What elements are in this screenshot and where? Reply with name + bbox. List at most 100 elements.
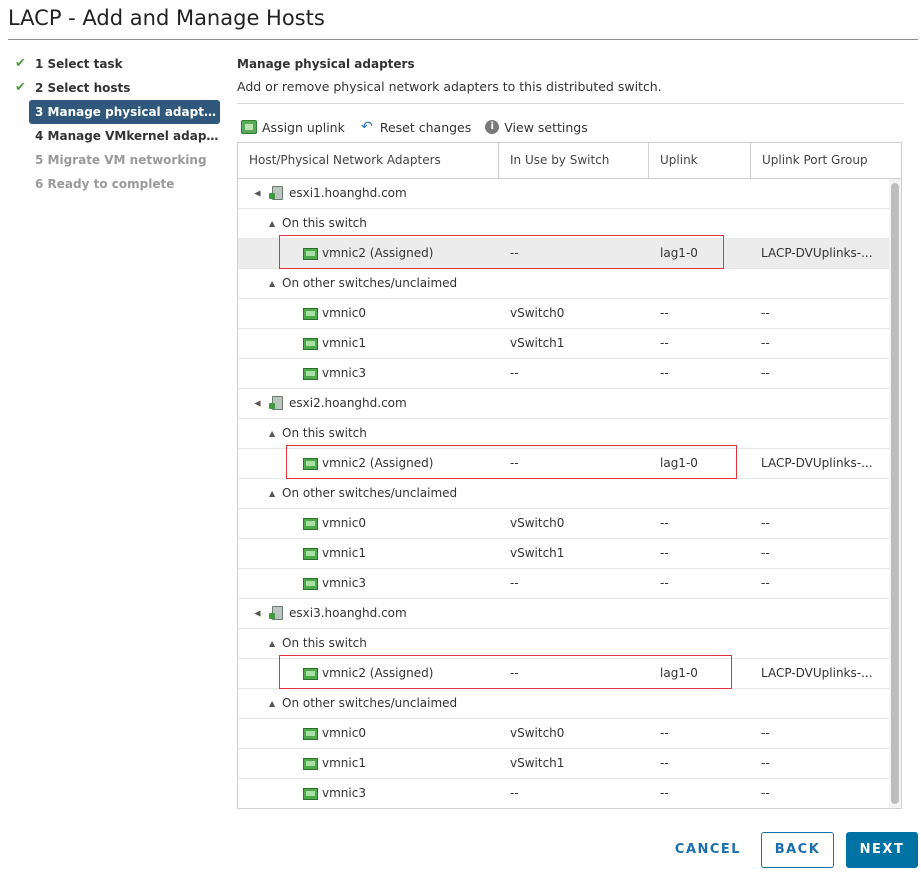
port-group-cell: -- — [761, 306, 770, 320]
adapter-row[interactable]: vmnic1 vSwitch1 -- -- — [238, 539, 889, 569]
network-adapter-icon — [303, 518, 318, 530]
collapse-caret-icon[interactable]: ▲ — [243, 190, 272, 196]
uplink-cell: -- — [660, 306, 669, 320]
column-header-in-use[interactable]: In Use by Switch — [499, 143, 649, 178]
adapter-row[interactable]: vmnic0 vSwitch0 -- -- — [238, 299, 889, 329]
check-icon: ✔ — [15, 56, 26, 71]
network-adapter-icon — [303, 578, 318, 590]
back-button[interactable]: BACK — [761, 832, 834, 868]
expand-caret-icon[interactable]: ▲ — [269, 269, 275, 298]
expand-caret-icon[interactable]: ▲ — [269, 479, 275, 508]
reset-changes-button[interactable]: ↶ Reset changes — [359, 120, 471, 135]
check-icon: ✔ — [15, 80, 26, 95]
uplink-cell: -- — [660, 756, 669, 770]
in-use-cell: vSwitch1 — [510, 756, 565, 770]
in-use-cell: vSwitch1 — [510, 546, 565, 560]
adapter-row[interactable]: vmnic3 -- -- -- — [238, 779, 889, 808]
host-row[interactable]: ▲ esxi1.hoanghd.com — [238, 179, 889, 209]
host-name: esxi2.hoanghd.com — [289, 396, 407, 410]
column-header-port-group[interactable]: Uplink Port Group — [751, 143, 901, 178]
step-manage-physical-adapters[interactable]: 3 Manage physical adapters — [29, 100, 220, 124]
host-row[interactable]: ▲ esxi3.hoanghd.com — [238, 599, 889, 629]
step-ready-to-complete: 6 Ready to complete — [12, 172, 220, 196]
group-row[interactable]: ▲ On other switches/unclaimed — [238, 269, 889, 299]
port-group-cell: -- — [761, 786, 770, 800]
expand-caret-icon[interactable]: ▲ — [269, 419, 275, 448]
adapter-cell: ▲ On this switch — [238, 419, 499, 448]
uplink-cell: -- — [660, 786, 669, 800]
in-use-cell: vSwitch1 — [510, 336, 565, 350]
adapter-cell: ▲ On other switches/unclaimed — [238, 269, 499, 298]
in-use-cell: -- — [510, 576, 519, 590]
toolbar: Assign uplink ↶ Reset changes i View set… — [241, 118, 602, 136]
column-header-adapters[interactable]: Host/Physical Network Adapters — [238, 143, 499, 178]
adapter-cell: vmnic3 — [238, 569, 499, 598]
host-row[interactable]: ▲ esxi2.hoanghd.com — [238, 389, 889, 419]
grid-body: ▲ esxi1.hoanghd.com ▲ On this switch vmnic2 … — [238, 179, 889, 808]
view-settings-label: View settings — [504, 119, 588, 135]
page-description: Add or remove physical network adapters … — [237, 79, 662, 94]
step-select-hosts[interactable]: ✔ 2 Select hosts — [12, 76, 220, 100]
uplink-cell: -- — [660, 726, 669, 740]
step-label: 3 Manage physical adapters — [35, 105, 220, 119]
adapter-name: vmnic0 — [322, 726, 366, 740]
cancel-button[interactable]: CANCEL — [668, 832, 748, 868]
uplink-cell: -- — [660, 336, 669, 350]
group-label: On other switches/unclaimed — [282, 486, 458, 500]
expand-caret-icon[interactable]: ▲ — [269, 689, 275, 718]
column-header-uplink[interactable]: Uplink — [649, 143, 751, 178]
expand-caret-icon[interactable]: ▲ — [269, 209, 275, 238]
uplink-cell: -- — [660, 516, 669, 530]
adapter-name: vmnic1 — [322, 336, 366, 350]
adapter-row[interactable]: vmnic1 vSwitch1 -- -- — [238, 329, 889, 359]
adapter-cell: vmnic0 — [238, 299, 499, 328]
host-name: esxi3.hoanghd.com — [289, 606, 407, 620]
network-adapter-icon — [303, 758, 318, 770]
next-button[interactable]: NEXT — [846, 832, 918, 868]
adapter-cell: ▲ esxi2.hoanghd.com — [238, 389, 499, 418]
step-label: 5 Migrate VM networking — [35, 153, 207, 167]
scrollbar-thumb[interactable] — [891, 183, 899, 804]
uplink-cell: -- — [660, 576, 669, 590]
adapter-row[interactable]: vmnic3 -- -- -- — [238, 569, 889, 599]
network-adapter-icon — [303, 368, 318, 380]
in-use-cell: vSwitch0 — [510, 306, 565, 320]
network-adapter-icon — [303, 338, 318, 350]
collapse-caret-icon[interactable]: ▲ — [243, 610, 272, 616]
step-label: 2 Select hosts — [35, 81, 131, 95]
step-manage-vmkernel-adapters[interactable]: 4 Manage VMkernel adapt... — [12, 124, 220, 148]
adapter-cell: ▲ On this switch — [238, 209, 499, 238]
adapter-cell: vmnic1 — [238, 749, 499, 778]
port-group-cell: LACP-DVUplinks-... — [761, 246, 873, 260]
adapter-cell: vmnic1 — [238, 539, 499, 568]
port-group-cell: -- — [761, 366, 770, 380]
host-name: esxi1.hoanghd.com — [289, 186, 407, 200]
adapter-cell: vmnic0 — [238, 509, 499, 538]
adapter-row[interactable]: vmnic3 -- -- -- — [238, 359, 889, 389]
expand-caret-icon[interactable]: ▲ — [269, 629, 275, 658]
adapter-row[interactable]: vmnic0 vSwitch0 -- -- — [238, 509, 889, 539]
adapter-row[interactable]: vmnic0 vSwitch0 -- -- — [238, 719, 889, 749]
adapter-cell: vmnic3 — [238, 779, 499, 808]
adapter-name: vmnic0 — [322, 516, 366, 530]
in-use-cell: -- — [510, 366, 519, 380]
assign-uplink-label: Assign uplink — [262, 119, 345, 135]
assign-uplink-button[interactable]: Assign uplink — [241, 120, 345, 135]
step-select-task[interactable]: ✔ 1 Select task — [12, 52, 220, 76]
adapter-row[interactable]: vmnic1 vSwitch1 -- -- — [238, 749, 889, 779]
collapse-caret-icon[interactable]: ▲ — [243, 400, 272, 406]
uplink-cell: -- — [660, 546, 669, 560]
host-icon — [269, 396, 283, 410]
port-group-cell: LACP-DVUplinks-... — [761, 666, 873, 680]
port-group-cell: -- — [761, 336, 770, 350]
group-row[interactable]: ▲ On other switches/unclaimed — [238, 479, 889, 509]
step-migrate-vm-networking: 5 Migrate VM networking — [12, 148, 220, 172]
group-label: On other switches/unclaimed — [282, 696, 458, 710]
in-use-cell: -- — [510, 786, 519, 800]
adapter-cell: ▲ On other switches/unclaimed — [238, 689, 499, 718]
view-settings-button[interactable]: i View settings — [485, 119, 588, 135]
header-divider — [237, 103, 904, 104]
annotation-highlight-box — [286, 445, 737, 479]
group-row[interactable]: ▲ On other switches/unclaimed — [238, 689, 889, 719]
adapter-cell: vmnic0 — [238, 719, 499, 748]
